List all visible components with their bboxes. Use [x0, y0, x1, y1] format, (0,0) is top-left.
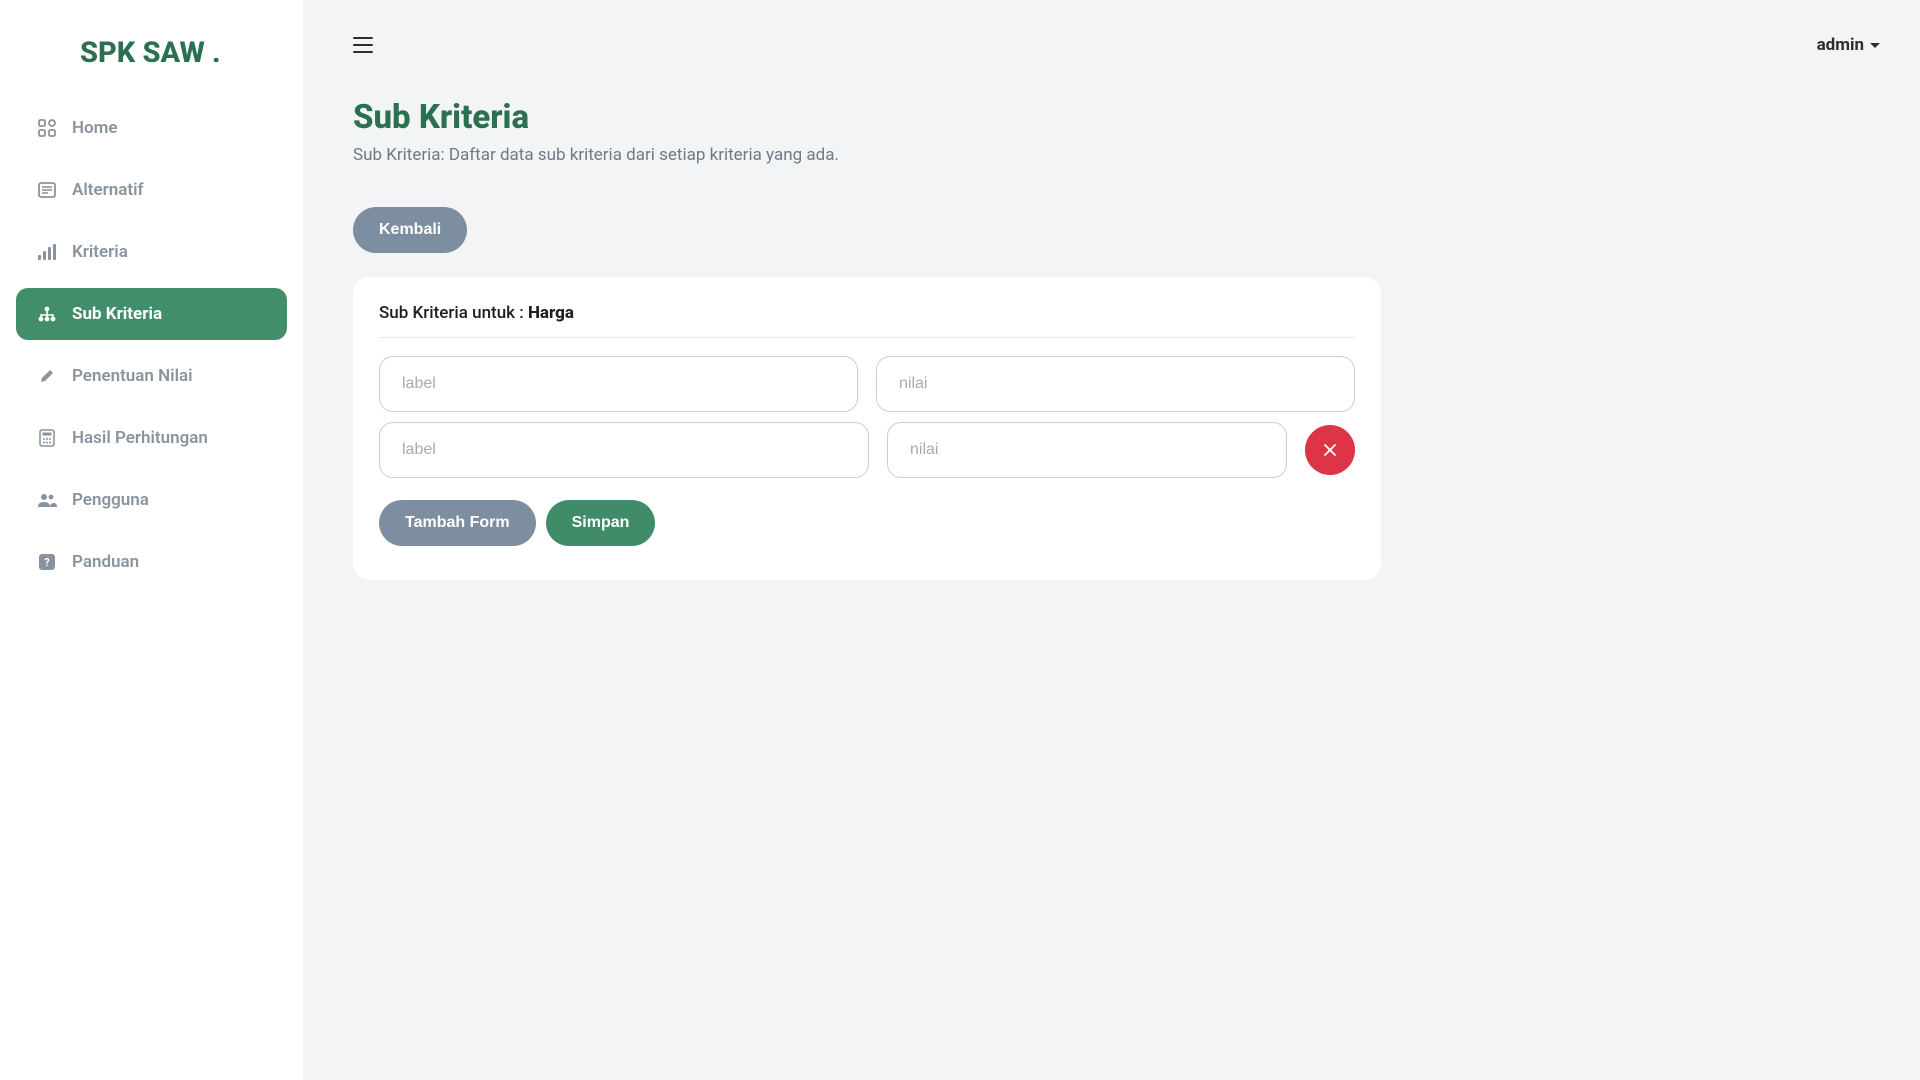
- chevron-down-icon: [1870, 43, 1880, 48]
- sidebar-item-label: Pengguna: [72, 490, 149, 510]
- svg-text:?: ?: [44, 556, 50, 569]
- calc-icon: [34, 429, 60, 447]
- form-row: [379, 356, 1355, 412]
- topbar: admin: [303, 0, 1920, 90]
- add-form-button[interactable]: Tambah Form: [379, 500, 536, 546]
- remove-row-button[interactable]: [1305, 425, 1355, 475]
- sidebar-item-pengguna[interactable]: Pengguna: [16, 474, 287, 526]
- card-title-kriteria: Harga: [528, 303, 574, 323]
- sidebar-item-kriteria[interactable]: Kriteria: [16, 226, 287, 278]
- grid-icon: [34, 119, 60, 137]
- sidebar-item-penentuan-nilai[interactable]: Penentuan Nilai: [16, 350, 287, 402]
- form-card: Sub Kriteria untuk : Harga: [353, 277, 1381, 580]
- sidebar-item-alternatif[interactable]: Alternatif: [16, 164, 287, 216]
- label-input[interactable]: [379, 422, 869, 478]
- sidebar-item-sub-kriteria[interactable]: Sub Kriteria: [16, 288, 287, 340]
- main-content: admin Sub Kriteria Sub Kriteria: Daftar …: [303, 0, 1920, 1080]
- users-icon: [34, 493, 60, 507]
- sidebar-item-panduan[interactable]: ? Panduan: [16, 536, 287, 588]
- alt-icon: [34, 182, 60, 198]
- sidebar-item-hasil-perhitungan[interactable]: Hasil Perhitungan: [16, 412, 287, 464]
- help-icon: ?: [34, 553, 60, 571]
- sidebar-item-label: Sub Kriteria: [72, 304, 162, 324]
- label-input[interactable]: [379, 356, 858, 412]
- pencil-icon: [34, 368, 60, 384]
- brand-logo: SPK SAW .: [0, 18, 303, 102]
- nilai-input[interactable]: [876, 356, 1355, 412]
- sidebar-item-label: Kriteria: [72, 242, 128, 262]
- form-actions: Tambah Form Simpan: [379, 500, 1355, 546]
- card-title: Sub Kriteria untuk : Harga: [379, 303, 1355, 338]
- card-title-prefix: Sub Kriteria untuk :: [379, 303, 528, 323]
- sidebar-nav: Home Alternatif: [0, 102, 303, 598]
- sidebar-item-label: Alternatif: [72, 180, 144, 200]
- form-row: [379, 422, 1355, 478]
- sidebar-item-home[interactable]: Home: [16, 102, 287, 154]
- back-button[interactable]: Kembali: [353, 207, 467, 253]
- page-body: Sub Kriteria Sub Kriteria: Daftar data s…: [303, 90, 1920, 580]
- hamburger-icon[interactable]: [353, 37, 373, 53]
- page-title: Sub Kriteria: [353, 98, 1870, 137]
- sidebar: SPK SAW . Home: [0, 0, 303, 1080]
- page-subtitle: Sub Kriteria: Daftar data sub kriteria d…: [353, 145, 1870, 165]
- tree-icon: [34, 306, 60, 322]
- sidebar-item-label: Hasil Perhitungan: [72, 428, 208, 448]
- sidebar-item-label: Home: [72, 118, 118, 138]
- save-button[interactable]: Simpan: [546, 500, 656, 546]
- user-menu[interactable]: admin: [1817, 35, 1880, 55]
- close-icon: [1323, 443, 1337, 457]
- user-name: admin: [1817, 35, 1864, 55]
- bars-icon: [34, 244, 60, 260]
- sidebar-item-label: Penentuan Nilai: [72, 366, 193, 386]
- nilai-input[interactable]: [887, 422, 1287, 478]
- sidebar-item-label: Panduan: [72, 552, 139, 572]
